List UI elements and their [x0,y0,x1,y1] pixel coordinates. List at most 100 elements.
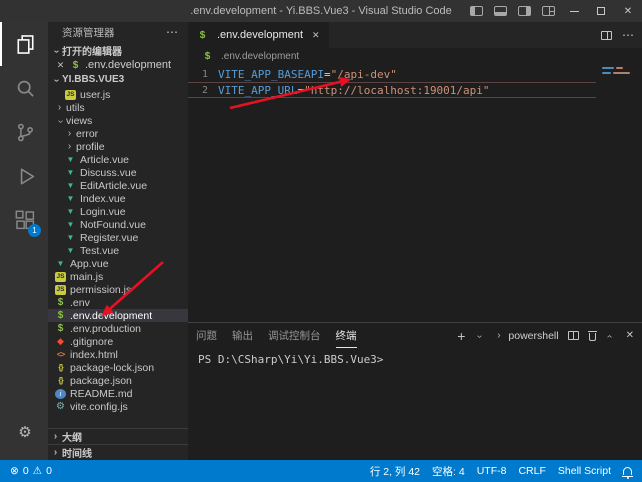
tree-item-.gitignore[interactable]: ◆.gitignore [48,335,188,348]
tree-item-Index.vue[interactable]: ▼Index.vue [48,192,188,205]
tree-item-NotFound.vue[interactable]: ▼NotFound.vue [48,218,188,231]
notifications-bell-icon[interactable] [623,467,632,475]
chevron-right-icon: › [65,142,74,152]
tree-item-Register.vue[interactable]: ▼Register.vue [48,231,188,244]
status-bar: ⊗ 0 ⚠ 0 行 2, 列 42 空格: 4 UTF-8 CRLF Shell Scr… [0,460,642,482]
activity-source-control-button[interactable] [0,110,48,154]
maximize-panel-icon[interactable]: › [605,332,615,341]
toggle-primary-sidebar-icon[interactable] [470,6,483,16]
tree-item-README.md[interactable]: iREADME.md [48,387,188,400]
new-terminal-icon[interactable]: + [457,329,465,343]
tree-item-.env.production[interactable]: $.env.production [48,322,188,335]
status-item[interactable]: CRLF [518,465,545,477]
close-icon[interactable]: ✕ [55,60,66,71]
code-editor[interactable]: 1VITE_APP_BASEAPI="/api-dev"2VITE_APP_UR… [188,64,642,322]
tree-item-label: error [76,128,98,140]
section-timeline[interactable]: ›时间线 [48,444,188,460]
section-outline[interactable]: ›大纲 [48,428,188,444]
activity-explorer-button[interactable] [0,22,48,66]
status-item[interactable]: Shell Script [558,465,611,477]
status-item[interactable]: 空格: 4 [432,464,465,479]
main-area: 1 ⚙ 资源管理器 ⋯ › 打开的编辑器 ✕$.env.development … [0,22,642,460]
activity-run-debug-button[interactable] [0,154,48,198]
status-item[interactable]: UTF-8 [477,465,507,477]
tree-item-label: .env [70,297,90,309]
panel-tab-终端[interactable]: 终端 [336,323,357,348]
editor-group-actions: ⋯ [601,22,634,48]
tree-item-Article.vue[interactable]: ▼Article.vue [48,153,188,166]
project-root-header[interactable]: › YI.BBS.VUE3 [48,71,188,88]
tree-item-label: Article.vue [80,154,129,166]
tree-item-label: index.html [70,349,118,361]
tree-item-label: EditArticle.vue [80,180,147,192]
git-icon: ◆ [55,336,66,347]
tree-item-index.html[interactable]: <>index.html [48,348,188,361]
tree-item-user.js[interactable]: JSuser.js [48,88,188,101]
tree-item-EditArticle.vue[interactable]: ▼ EditArticle.vue [48,179,188,192]
terminal-instance-powershell[interactable]: › powershell [494,330,558,342]
customize-layout-icon[interactable] [542,6,555,16]
terminal-profile-dropdown-icon[interactable]: › [474,332,484,341]
tree-item-label: App.vue [70,258,109,270]
tree-item-permission.js[interactable]: JSpermission.js [48,283,188,296]
env-icon: $ [55,310,66,321]
open-editor-item[interactable]: ✕$.env.development [48,59,188,71]
vue-icon: ▼ [65,232,76,243]
problems-status[interactable]: ⊗ 0 ⚠ 0 [10,465,52,477]
panel-tab-问题[interactable]: 问题 [196,323,217,348]
open-editors-header[interactable]: › 打开的编辑器 [48,42,188,59]
tree-item-profile[interactable]: ›profile [48,140,188,153]
split-terminal-icon[interactable] [568,331,579,340]
tree-item-main.js[interactable]: JSmain.js [48,270,188,283]
terminal-actions: + › › powershell › ✕ [457,323,634,348]
tree-item-Login.vue[interactable]: ▼Login.vue [48,205,188,218]
panel-tabs: 问题输出调试控制台终端 [196,323,357,348]
kill-terminal-icon[interactable] [588,331,597,341]
status-item[interactable]: 行 2, 列 42 [370,464,420,479]
window-close-button[interactable]: ✕ [620,0,636,22]
tree-item-package.json[interactable]: {}package.json [48,374,188,387]
tree-item-vite.config.js[interactable]: ⚙vite.config.js [48,400,188,413]
panel-tab-输出[interactable]: 输出 [232,323,253,348]
minimize-icon [570,11,579,12]
tab-env-development[interactable]: $ .env.development ✕ [188,22,329,48]
settings-button[interactable]: ⚙ [0,410,48,454]
close-icon[interactable]: ✕ [312,30,320,41]
source-control-icon [15,122,36,143]
chevron-right-icon: › [65,129,74,139]
close-panel-icon[interactable]: ✕ [626,330,634,341]
split-editor-icon[interactable] [601,31,612,40]
more-actions-icon[interactable]: ⋯ [166,25,179,39]
maximize-button[interactable] [593,0,609,22]
tree-item-Discuss.vue[interactable]: ▼Discuss.vue [48,166,188,179]
breadcrumb-file: .env.development [221,51,299,62]
activity-extensions-button[interactable]: 1 [0,198,48,242]
title-bar: .env.development - Yi.BBS.Vue3 - Visual … [0,0,642,22]
editor-tab-bar: $ .env.development ✕ ⋯ [188,22,642,48]
open-editors-label: 打开的编辑器 [62,43,122,58]
code-line-1[interactable]: 1VITE_APP_BASEAPI="/api-dev" [188,66,642,82]
vue-icon: ▼ [65,180,76,191]
tree-item-Test.vue[interactable]: ▼Test.vue [48,244,188,257]
terminal-output[interactable]: PS D:\CSharp\Yi\Yi.BBS.Vue3> [188,348,642,460]
breadcrumb[interactable]: $ .env.development [188,48,642,64]
more-actions-icon[interactable]: ⋯ [622,28,634,42]
tree-item-label: .env.production [70,323,141,335]
toggle-panel-icon[interactable] [494,6,507,16]
minimap[interactable] [596,64,642,322]
activity-search-button[interactable] [0,66,48,110]
minimize-button[interactable] [566,0,582,22]
tree-item-views[interactable]: ›views [48,114,188,127]
tree-item-App.vue[interactable]: ▼App.vue [48,257,188,270]
line-number: 2 [188,85,218,96]
toggle-secondary-sidebar-icon[interactable] [518,6,531,16]
panel-tab-调试控制台[interactable]: 调试控制台 [268,323,321,348]
line-number: 1 [188,69,218,80]
tree-item-label: Login.vue [80,206,126,218]
tree-item-error[interactable]: ›error [48,127,188,140]
tree-item-utils[interactable]: ›utils [48,101,188,114]
tree-item-.env[interactable]: $.env [48,296,188,309]
code-line-2[interactable]: 2VITE_APP_URL="http://localhost:19001/ap… [188,82,596,98]
tree-item-.env.development[interactable]: $.env.development [48,309,188,322]
tree-item-package-lock.json[interactable]: {}package-lock.json [48,361,188,374]
